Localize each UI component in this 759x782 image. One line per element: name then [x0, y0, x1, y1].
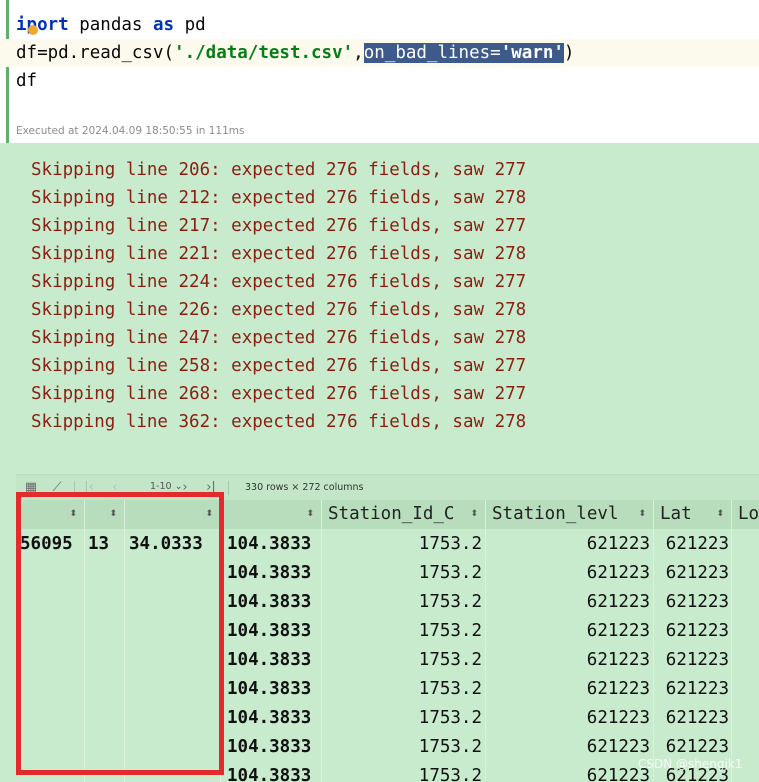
sort-icon[interactable]: ⬍: [638, 500, 646, 529]
warning-line: Skipping line 221: expected 276 fields, …: [31, 244, 527, 264]
warning-line: Skipping line 362: expected 276 fields, …: [31, 412, 527, 432]
warning-line: Skipping line 212: expected 276 fields, …: [31, 188, 527, 208]
col-header-index[interactable]: ⬍: [224, 500, 322, 529]
warning-line: Skipping line 247: expected 276 fields, …: [31, 328, 527, 348]
column-name: Lat: [660, 504, 692, 524]
sort-icon[interactable]: ⬍: [306, 500, 314, 529]
column-name: Station_Id_C: [328, 504, 455, 524]
table-row-index: 104.3833: [227, 737, 312, 757]
table-cell-station-levl: 621223: [586, 534, 650, 554]
warning-line: Skipping line 206: expected 276 fields, …: [31, 160, 527, 180]
table-cell-lat: 621223: [665, 650, 729, 670]
table-shape-info: 330 rows × 272 columns: [245, 482, 364, 493]
code-line-df[interactable]: df: [16, 67, 37, 95]
table-row-index: 104.3833: [227, 650, 312, 670]
table-row-index: 104.3833: [227, 621, 312, 641]
table-cell-lat: 621223: [665, 679, 729, 699]
table-cell-station-levl: 621223: [586, 563, 650, 583]
table-cell-lat: 621223: [665, 708, 729, 728]
sort-icon[interactable]: ⬍: [470, 500, 478, 529]
import-keyword-start: i: [16, 11, 38, 39]
table-cell-station-id: 1753.2: [418, 679, 482, 699]
table-cell-station-levl: 621223: [586, 708, 650, 728]
execution-status: Executed at 2024.04.09 18:50:55 in 111ms: [16, 125, 245, 137]
table-cell-station-levl: 621223: [586, 679, 650, 699]
table-cell-station-id: 1753.2: [418, 737, 482, 757]
table-cell-station-levl: 621223: [586, 621, 650, 641]
table-cell-station-id: 1753.2: [418, 534, 482, 554]
table-cell-station-levl: 621223: [586, 737, 650, 757]
alias-name: pd: [174, 15, 206, 35]
watermark: CSDN @shengjk1: [638, 757, 743, 771]
page-range-label: 1-10: [150, 481, 172, 492]
as-keyword: as: [153, 15, 175, 35]
table-cell-station-levl: 621223: [586, 650, 650, 670]
table-cell-lat: 621223: [665, 563, 729, 583]
warn-string: 'warn': [500, 43, 564, 63]
annotation-highlight-box: [16, 492, 224, 775]
table-cell-station-id: 1753.2: [418, 592, 482, 612]
table-cell-station-id: 1753.2: [418, 650, 482, 670]
arg-comma: ,: [353, 43, 364, 63]
col-header-lo[interactable]: Lo: [732, 500, 759, 529]
cell-gutter-bar: [6, 0, 9, 143]
warning-line: Skipping line 224: expected 276 fields, …: [31, 272, 527, 292]
code-cell[interactable]: i port pandas as pd df=pd.read_csv('./dat…: [0, 0, 759, 143]
table-row-index: 104.3833: [227, 534, 312, 554]
warning-output: Skipping line 206: expected 276 fields, …: [0, 143, 759, 473]
code-line-read-csv[interactable]: df=pd.read_csv('./data/test.csv',on_bad_…: [0, 39, 759, 67]
toolbar-divider: [228, 481, 229, 495]
table-cell-station-levl: 621223: [586, 766, 650, 782]
warning-line: Skipping line 226: expected 276 fields, …: [31, 300, 527, 320]
module-name: pandas: [68, 15, 153, 35]
warning-line: Skipping line 258: expected 276 fields, …: [31, 356, 527, 376]
read-csv-call: df=pd.read_csv(: [16, 43, 175, 63]
table-cell-station-id: 1753.2: [418, 563, 482, 583]
csv-path-string: './data/test.csv': [174, 43, 354, 63]
sort-icon[interactable]: ⬍: [716, 500, 724, 529]
table-cell-station-levl: 621223: [586, 592, 650, 612]
col-header-station-id-c[interactable]: Station_Id_C ⬍: [322, 500, 486, 529]
table-row-index: 104.3833: [227, 679, 312, 699]
table-cell-station-id: 1753.2: [418, 766, 482, 782]
table-cell-station-id: 1753.2: [418, 708, 482, 728]
table-cell-station-id: 1753.2: [418, 621, 482, 641]
close-paren: ): [563, 43, 575, 63]
warning-line: Skipping line 268: expected 276 fields, …: [31, 384, 527, 404]
column-name: Lo: [738, 504, 759, 524]
table-row-index: 104.3833: [227, 766, 312, 782]
table-cell-lat: 621223: [665, 621, 729, 641]
bad-lines-kwarg: on_bad_lines=: [363, 43, 501, 63]
col-header-station-levl[interactable]: Station_levl ⬍: [486, 500, 654, 529]
column-name: Station_levl: [492, 504, 619, 524]
intention-bulb-icon[interactable]: [28, 25, 38, 35]
col-header-lat[interactable]: Lat ⬍: [654, 500, 732, 529]
table-row-index: 104.3833: [227, 592, 312, 612]
table-cell-lat: 621223: [665, 534, 729, 554]
selected-argument: on_bad_lines='warn': [363, 43, 564, 63]
column-body: [732, 529, 759, 782]
table-row-index: 104.3833: [227, 708, 312, 728]
warning-line: Skipping line 217: expected 276 fields, …: [31, 216, 527, 236]
code-line-import[interactable]: i port pandas as pd: [16, 11, 206, 39]
table-row-index: 104.3833: [227, 563, 312, 583]
table-cell-lat: 621223: [665, 592, 729, 612]
